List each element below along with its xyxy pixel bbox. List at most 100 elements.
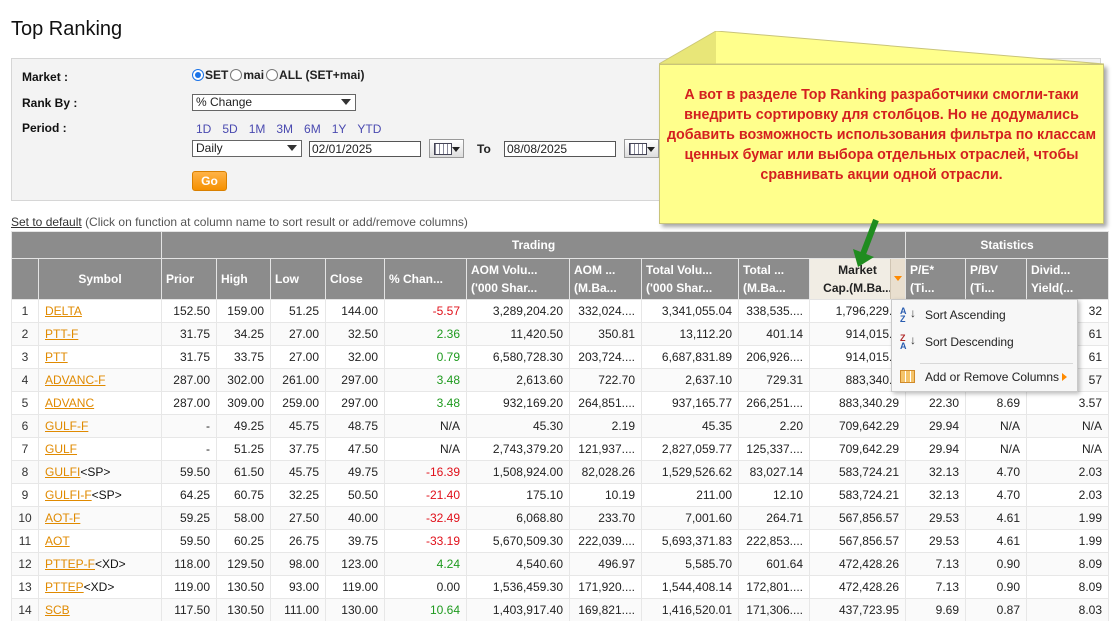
period-link-1m[interactable]: 1M <box>249 122 266 136</box>
total-volume-cell: 2,637.10 <box>641 368 739 392</box>
symbol-link[interactable]: GULFI-F <box>45 488 92 502</box>
pct-change-cell: 4.24 <box>384 552 467 576</box>
aom-value-cell: 82,028.26 <box>569 460 642 484</box>
low-cell: 51.25 <box>270 299 326 323</box>
period-link-ytd[interactable]: YTD <box>357 122 381 136</box>
symbol-link[interactable]: GULFI <box>45 465 80 479</box>
market-cap-cell: 437,723.95 <box>809 598 906 621</box>
symbol-link[interactable]: PTT-F <box>45 327 78 341</box>
dividend-yield-cell: 2.03 <box>1025 460 1110 484</box>
symbol-cell: AOT-F <box>38 506 162 530</box>
pbv-cell: 8.69 <box>965 391 1027 415</box>
symbol-link[interactable]: ADVANC <box>45 396 94 410</box>
total-volume-cell: 13,112.20 <box>641 322 739 346</box>
high-cell: 58.00 <box>216 506 271 530</box>
pbv-cell: 0.90 <box>965 575 1027 599</box>
date-to-input[interactable]: 08/08/2025 <box>504 141 616 157</box>
period-link-3m[interactable]: 3M <box>276 122 293 136</box>
group-header-statistics: Statistics <box>904 231 1110 259</box>
symbol-cell: GULFI-F<SP> <box>38 483 162 507</box>
table-row: 12 PTTEP-F<XD> 118.00 129.50 98.00 123.00 4.24… <box>11 552 1110 576</box>
pbv-cell: N/A <box>965 414 1027 438</box>
symbol-link[interactable]: PTTEP <box>45 580 84 594</box>
symbol-link[interactable]: ADVANC-F <box>45 373 105 387</box>
aom-volume-cell: 2,613.60 <box>466 368 570 392</box>
total-value-cell: 401.14 <box>738 322 810 346</box>
low-cell: 27.00 <box>270 322 326 346</box>
pct-change-cell: N/A <box>384 414 467 438</box>
market-radio-set[interactable] <box>192 69 204 81</box>
pct-change-cell: 2.36 <box>384 322 467 346</box>
col-header-pe[interactable]: P/E* (Ti... <box>905 258 966 300</box>
go-button[interactable]: Go <box>192 171 227 191</box>
high-cell: 129.50 <box>216 552 271 576</box>
col-header-close[interactable]: Close <box>325 258 385 300</box>
rank-cell: 10 <box>11 506 39 530</box>
close-cell: 32.00 <box>325 345 385 369</box>
symbol-link[interactable]: PTTEP-F <box>45 557 95 571</box>
period-type-select[interactable]: Daily <box>192 140 302 157</box>
pe-cell: 29.53 <box>905 506 966 530</box>
total-value-cell: 172,801.... <box>738 575 810 599</box>
set-default-link[interactable]: Set to default <box>11 215 82 229</box>
pbv-cell: 0.90 <box>965 552 1027 576</box>
aom-value-cell: 2.19 <box>569 414 642 438</box>
total-value-cell: 12.10 <box>738 483 810 507</box>
market-radio-all[interactable] <box>266 69 279 81</box>
table-row: 7 GULF -51.25 37.75 47.50 N/A 2,743,379.20 121,… <box>11 437 1110 461</box>
col-header-aom-value[interactable]: AOM ... (M.Ba... <box>569 258 642 300</box>
col-header-symbol[interactable]: Symbol <box>38 258 162 300</box>
period-link-5d[interactable]: 5D <box>222 122 237 136</box>
menu-item-sort-descending[interactable]: Z A ↓ Sort Descending <box>892 330 1077 354</box>
symbol-link[interactable]: AOT-F <box>45 511 80 525</box>
symbol-link[interactable]: GULF <box>45 442 77 456</box>
symbol-cell: PTTEP<XD> <box>38 575 162 599</box>
symbol-link[interactable]: GULF-F <box>45 419 88 433</box>
rank-by-select[interactable]: % Change <box>192 94 356 111</box>
period-link-6m[interactable]: 6M <box>304 122 321 136</box>
symbol-link[interactable]: DELTA <box>45 304 82 318</box>
col-header-total-value[interactable]: Total ... (M.Ba... <box>738 258 810 300</box>
menu-item-add-remove-columns[interactable]: Add or Remove Columns <box>892 365 1077 389</box>
aom-value-cell: 171,920.... <box>569 575 642 599</box>
col-header-line: AOM ... <box>574 263 616 277</box>
col-header-pct-change[interactable]: % Chan... <box>384 258 467 300</box>
total-volume-cell: 5,585.70 <box>641 552 739 576</box>
pct-change-cell: -5.57 <box>384 299 467 323</box>
date-from-calendar-button[interactable] <box>429 139 464 158</box>
menu-item-sort-ascending[interactable]: A Z ↓ Sort Ascending <box>892 303 1077 327</box>
high-cell: 51.25 <box>216 437 271 461</box>
col-header-low[interactable]: Low <box>270 258 326 300</box>
symbol-link[interactable]: AOT <box>45 534 70 548</box>
column-menu-trigger[interactable] <box>890 259 905 299</box>
col-header-total-volume[interactable]: Total Volu... ('000 Shar... <box>641 258 739 300</box>
date-to-calendar-button[interactable] <box>624 139 659 158</box>
col-header-line: AOM Volu... <box>471 263 538 277</box>
col-header-high[interactable]: High <box>216 258 271 300</box>
symbol-link[interactable]: PTT <box>45 350 68 364</box>
period-link-1y[interactable]: 1Y <box>332 122 347 136</box>
market-radio-mai[interactable] <box>230 69 243 81</box>
total-value-cell: 266,251.... <box>738 391 810 415</box>
col-header-rank <box>11 258 39 300</box>
col-header-prior[interactable]: Prior <box>161 258 217 300</box>
symbol-cell: ADVANC-F <box>38 368 162 392</box>
col-header-aom-volume[interactable]: AOM Volu... ('000 Shar... <box>466 258 570 300</box>
close-cell: 130.00 <box>325 598 385 621</box>
pbv-cell: 4.70 <box>965 483 1027 507</box>
submenu-arrow-icon <box>1062 373 1067 381</box>
symbol-cell: PTT <box>38 345 162 369</box>
aom-value-cell: 722.70 <box>569 368 642 392</box>
symbol-cell: DELTA <box>38 299 162 323</box>
total-volume-cell: 5,693,371.83 <box>641 529 739 553</box>
total-volume-cell: 45.35 <box>641 414 739 438</box>
period-link-1d[interactable]: 1D <box>196 122 211 136</box>
date-from-input[interactable]: 02/01/2025 <box>309 141 421 157</box>
col-header-dividend-yield[interactable]: Divid... Yield(... <box>1025 258 1110 300</box>
dividend-yield-cell: 8.09 <box>1025 575 1110 599</box>
col-header-line: Yield(... <box>1031 281 1074 295</box>
col-header-line: Cap.(M.Ba... <box>823 281 892 295</box>
pe-cell: 29.53 <box>905 529 966 553</box>
col-header-pbv[interactable]: P/BV (Ti... <box>965 258 1027 300</box>
symbol-link[interactable]: SCB <box>45 603 70 617</box>
